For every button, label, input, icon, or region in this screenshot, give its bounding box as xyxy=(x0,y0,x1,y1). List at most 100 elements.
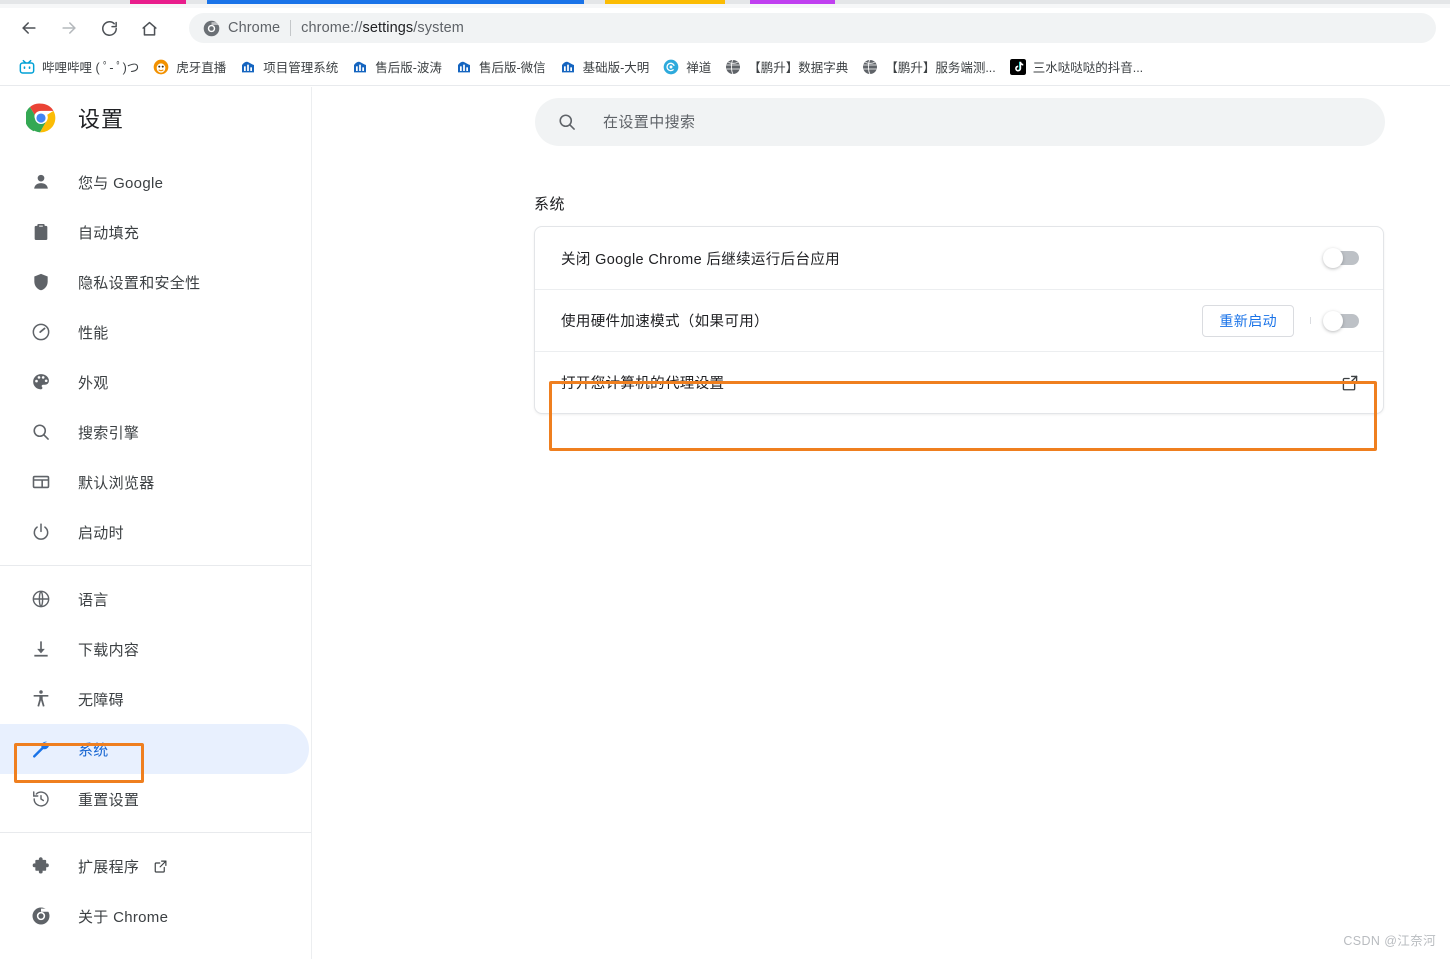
sidebar-item-label: 搜索引擎 xyxy=(78,424,140,442)
sidebar-divider xyxy=(0,565,311,566)
omnibox-scheme-label: Chrome xyxy=(228,20,281,36)
hardware-acceleration-toggle[interactable] xyxy=(1323,310,1359,331)
bookmark-item[interactable]: 禅道 xyxy=(656,54,718,80)
restart-button[interactable]: 重新启动 xyxy=(1202,304,1294,337)
bookmark-label: 售后版-微信 xyxy=(478,61,546,75)
globe-grey-icon xyxy=(863,59,878,74)
row-label: 打开您计算机的代理设置 xyxy=(561,376,725,392)
bookmark-label: 虎牙直播 xyxy=(176,61,227,75)
puzzle-icon xyxy=(30,855,52,877)
tab-accent-bar xyxy=(207,0,584,4)
row-actions xyxy=(1323,248,1359,268)
bookmark-item[interactable]: 售后版-微信 xyxy=(449,54,553,80)
system-settings-card: 关闭 Google Chrome 后继续运行后台应用 使用硬件加速模式（如果可用… xyxy=(534,226,1384,414)
sidebar-item-label: 语言 xyxy=(78,591,109,609)
sidebar-item-appearance[interactable]: 外观 xyxy=(0,357,309,407)
bookmark-label: 基础版-大明 xyxy=(582,61,650,75)
chrome-logo-icon xyxy=(26,103,56,133)
hardware-acceleration-row[interactable]: 使用硬件加速模式（如果可用） 重新启动 xyxy=(535,289,1383,351)
bookmarks-bar: 哔哩哔哩 ( ﾟ- ﾟ)つ 虎牙直播 项目管理系统 售后版-波涛 售后版-微信 … xyxy=(0,48,1450,86)
person-icon xyxy=(30,171,52,193)
reload-icon[interactable] xyxy=(91,10,127,46)
sidebar-item-search-engine[interactable]: 搜索引擎 xyxy=(0,407,309,457)
bookmark-item[interactable]: 【鹏升】数据字典 xyxy=(718,54,855,80)
bookmark-item[interactable]: 【鹏升】服务端测... xyxy=(855,54,1002,80)
sidebar-item-label: 扩展程序 xyxy=(78,858,140,876)
bookmark-item[interactable]: 虎牙直播 xyxy=(146,54,233,80)
sidebar-item-label: 隐私设置和安全性 xyxy=(78,274,201,292)
sidebar-item-performance[interactable]: 性能 xyxy=(0,307,309,357)
palette-icon xyxy=(30,371,52,393)
back-arrow-icon[interactable] xyxy=(11,10,47,46)
globe-icon xyxy=(30,588,52,610)
bookmark-label: 哔哩哔哩 ( ﾟ- ﾟ)つ xyxy=(42,61,140,75)
search-icon xyxy=(559,114,575,130)
row-label: 使用硬件加速模式（如果可用） xyxy=(561,314,769,330)
sidebar-item-privacy-security[interactable]: 隐私设置和安全性 xyxy=(0,257,309,307)
tab-accent-bar xyxy=(750,0,835,4)
sidebar-item-downloads[interactable]: 下载内容 xyxy=(0,624,309,674)
page-title: 设置 xyxy=(78,107,125,132)
huya-icon xyxy=(153,59,169,74)
settings-brand: 设置 xyxy=(0,87,311,149)
sidebar-item-label: 重置设置 xyxy=(78,791,140,809)
bookmark-item[interactable]: 哔哩哔哩 ( ﾟ- ﾟ)つ xyxy=(12,54,146,80)
forward-arrow-icon[interactable] xyxy=(51,10,87,46)
sidebar-item-about-chrome[interactable]: 关于 Chrome xyxy=(0,891,309,941)
speedometer-icon xyxy=(30,321,52,343)
sidebar-item-system[interactable]: 系统 xyxy=(0,724,309,774)
sidebar-item-reset-settings[interactable]: 重置设置 xyxy=(0,774,309,824)
blue-chart-icon xyxy=(561,61,574,72)
open-in-new-icon xyxy=(153,858,169,874)
sidebar-item-you-and-google[interactable]: 您与 Google xyxy=(0,157,309,207)
bookmark-label: 售后版-波涛 xyxy=(375,61,442,75)
wrench-icon xyxy=(30,738,52,760)
bookmark-label: 【鹏升】服务端测... xyxy=(885,61,996,75)
url-prefix: chrome:// xyxy=(301,20,363,36)
sidebar-item-accessibility[interactable]: 无障碍 xyxy=(0,674,309,724)
row-actions: 重新启动 xyxy=(1202,304,1359,337)
sidebar-item-on-startup[interactable]: 启动时 xyxy=(0,507,309,557)
clipboard-icon xyxy=(30,221,52,243)
sidebar-item-label: 性能 xyxy=(78,324,109,342)
blue-chart-icon xyxy=(242,61,255,72)
section-title: 系统 xyxy=(534,196,566,213)
chrome-logo-grey-icon xyxy=(203,20,220,36)
settings-main-pane: 系统 关闭 Google Chrome 后继续运行后台应用 使用硬件加速模式（如… xyxy=(312,87,1450,959)
sidebar-item-label: 下载内容 xyxy=(78,641,140,659)
search-input[interactable] xyxy=(603,113,1203,131)
settings-page: 设置 您与 Google 自动填充 隐私设置和安全性 性能 外观 搜索引擎 默认… xyxy=(0,87,1450,959)
proxy-settings-row[interactable]: 打开您计算机的代理设置 xyxy=(535,351,1383,413)
sidebar-item-extensions[interactable]: 扩展程序 xyxy=(0,841,309,891)
sidebar-item-label: 自动填充 xyxy=(78,224,140,242)
open-in-new-icon[interactable] xyxy=(1341,374,1359,392)
search-box[interactable] xyxy=(535,98,1385,146)
address-bar[interactable]: Chrome chrome://settings/system xyxy=(189,13,1436,43)
bookmark-item[interactable]: 售后版-波涛 xyxy=(345,54,449,80)
home-icon[interactable] xyxy=(131,10,167,46)
sidebar-item-autofill[interactable]: 自动填充 xyxy=(0,207,309,257)
accessibility-icon xyxy=(30,688,52,710)
bookmark-item[interactable]: 基础版-大明 xyxy=(553,54,657,80)
sidebar-item-label: 关于 Chrome xyxy=(78,908,169,926)
sidebar-item-label: 默认浏览器 xyxy=(78,474,155,492)
download-icon xyxy=(30,638,52,660)
sidebar-item-languages[interactable]: 语言 xyxy=(0,574,309,624)
browser-toolbar: Chrome chrome://settings/system xyxy=(0,8,1450,48)
bookmark-label: 项目管理系统 xyxy=(263,61,339,75)
bookmark-label: 禅道 xyxy=(686,61,712,75)
settings-nav-list: 您与 Google 自动填充 隐私设置和安全性 性能 外观 搜索引擎 默认浏览器… xyxy=(0,157,311,941)
sidebar-item-default-browser[interactable]: 默认浏览器 xyxy=(0,457,309,507)
shield-icon xyxy=(30,271,52,293)
bookmark-item[interactable]: 三水哒哒哒的抖音... xyxy=(1003,54,1150,80)
background-apps-toggle[interactable] xyxy=(1323,248,1359,268)
bookmark-item[interactable]: 项目管理系统 xyxy=(233,54,345,80)
url-suffix: /system xyxy=(413,20,464,36)
settings-sidebar: 设置 您与 Google 自动填充 隐私设置和安全性 性能 外观 搜索引擎 默认… xyxy=(0,87,312,959)
row-actions xyxy=(1341,374,1359,392)
toggle-knob xyxy=(1323,248,1343,268)
omnibox-divider xyxy=(290,20,292,36)
url-bold-part: settings xyxy=(362,20,414,36)
background-apps-row[interactable]: 关闭 Google Chrome 后继续运行后台应用 xyxy=(535,227,1383,289)
sidebar-item-label: 启动时 xyxy=(78,524,124,542)
